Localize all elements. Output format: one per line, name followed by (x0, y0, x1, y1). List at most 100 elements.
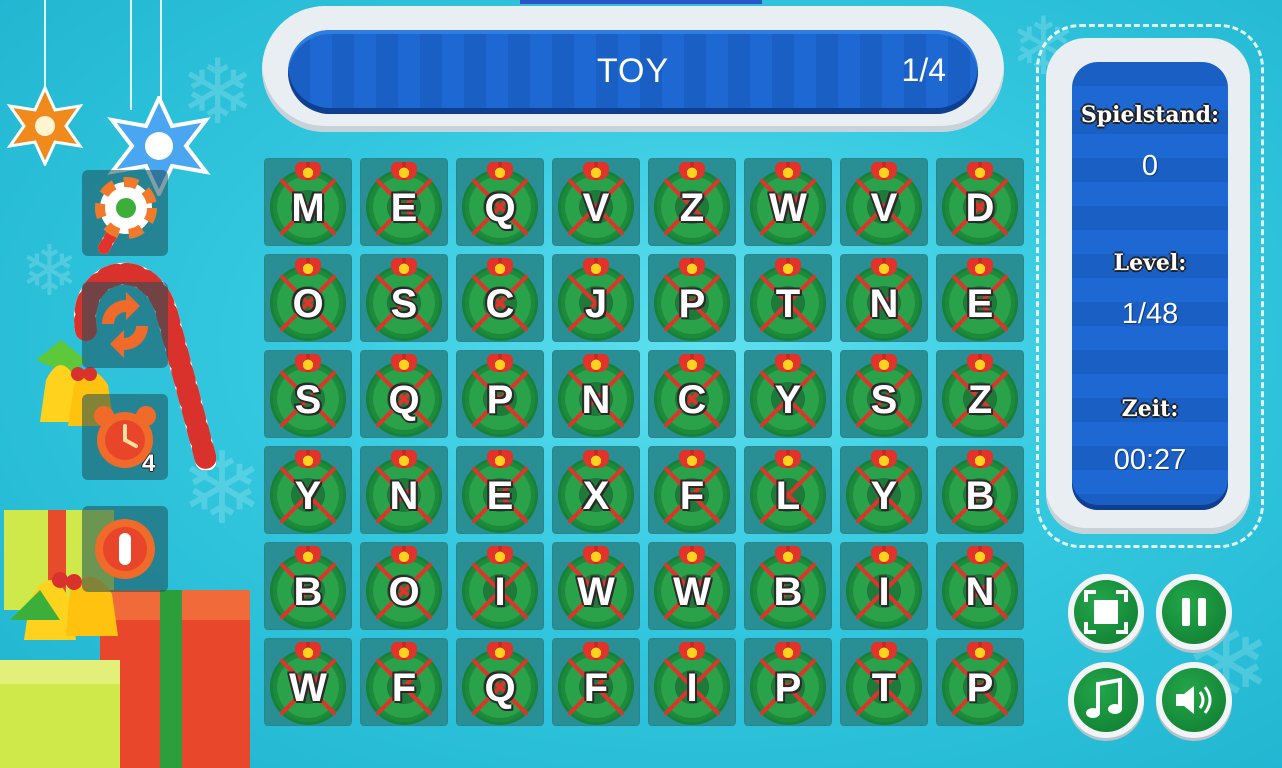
letter-tile[interactable]: N (360, 446, 448, 534)
bow-icon (391, 162, 417, 180)
bow-icon (295, 546, 321, 564)
tile-letter: B (965, 474, 995, 518)
letter-tile[interactable]: E (360, 158, 448, 246)
letter-tile[interactable]: N (552, 350, 640, 438)
bow-icon (487, 642, 513, 660)
letter-tile[interactable]: W (648, 542, 736, 630)
tile-letter: I (686, 666, 698, 710)
letter-tile[interactable]: S (264, 350, 352, 438)
tile-letter: Y (774, 378, 802, 422)
bow-icon (487, 354, 513, 372)
bow-icon (583, 258, 609, 276)
letter-tile[interactable]: O (360, 542, 448, 630)
letter-tile[interactable]: S (360, 254, 448, 342)
letter-tile[interactable]: Q (360, 350, 448, 438)
letter-tile[interactable]: Z (648, 158, 736, 246)
score-value: 0 (1141, 150, 1159, 182)
letter-tile[interactable]: Z (936, 350, 1024, 438)
sound-button[interactable] (1156, 662, 1232, 738)
bow-icon (775, 162, 801, 180)
letter-tile[interactable]: I (840, 542, 928, 630)
letter-tile[interactable]: V (552, 158, 640, 246)
letter-tile[interactable]: B (744, 542, 832, 630)
letter-tile[interactable]: I (456, 542, 544, 630)
letter-tile[interactable]: N (840, 254, 928, 342)
letter-tile[interactable]: P (936, 638, 1024, 726)
letter-tile[interactable]: Y (744, 350, 832, 438)
letter-tile[interactable]: B (936, 446, 1024, 534)
sound-icon (1176, 686, 1212, 714)
tile-letter: Q (484, 666, 516, 710)
letter-tile[interactable]: Q (456, 158, 544, 246)
letter-tile[interactable]: F (360, 638, 448, 726)
letter-tile[interactable]: F (648, 446, 736, 534)
letter-tile[interactable]: P (456, 350, 544, 438)
letter-tile[interactable]: D (936, 158, 1024, 246)
top-strip (520, 0, 762, 4)
letter-tile[interactable]: Y (840, 446, 928, 534)
tile-letter: S (870, 378, 898, 422)
tile-letter: V (870, 186, 898, 230)
pause-button[interactable] (1156, 574, 1232, 650)
letter-tile[interactable]: I (648, 638, 736, 726)
bow-icon (775, 258, 801, 276)
letter-tile[interactable]: Y (264, 446, 352, 534)
letter-tile[interactable]: V (840, 158, 928, 246)
music-icon (1086, 677, 1122, 718)
fullscreen-icon (1084, 590, 1128, 634)
tile-letter: E (390, 186, 418, 230)
letter-tile[interactable]: X (552, 446, 640, 534)
bow-icon (967, 450, 993, 468)
fullscreen-button[interactable] (1068, 574, 1144, 650)
letter-tile[interactable]: T (840, 638, 928, 726)
orange-star-ornament (6, 86, 84, 166)
tile-letter: W (769, 186, 807, 230)
letter-tile[interactable]: T (744, 254, 832, 342)
bow-icon (967, 354, 993, 372)
letter-tile[interactable]: W (744, 158, 832, 246)
letter-tile[interactable]: B (264, 542, 352, 630)
tile-letter: Z (679, 186, 705, 230)
ornament-string (130, 0, 132, 110)
letter-tile[interactable]: S (840, 350, 928, 438)
letter-tile[interactable]: F (552, 638, 640, 726)
letter-tile[interactable]: P (744, 638, 832, 726)
bow-icon (295, 162, 321, 180)
bow-icon (967, 546, 993, 564)
letter-tile[interactable]: O (264, 254, 352, 342)
tile-letter: P (486, 378, 514, 422)
stop-powerup-button[interactable] (82, 506, 168, 592)
bow-icon (295, 450, 321, 468)
tile-letter: W (577, 570, 615, 614)
letter-tile[interactable]: J (552, 254, 640, 342)
score-panel: Spielstand: 0 Level: 1/48 Zeit: 00:27 (1046, 38, 1250, 534)
candy-powerup-button[interactable] (82, 170, 168, 256)
tile-letter: O (292, 282, 324, 326)
bow-icon (679, 642, 705, 660)
bow-icon (871, 162, 897, 180)
tile-letter: B (773, 570, 803, 614)
letter-tile[interactable]: M (264, 158, 352, 246)
letter-tile[interactable]: W (264, 638, 352, 726)
bow-icon (583, 354, 609, 372)
letter-tile[interactable]: E (936, 254, 1024, 342)
letter-tile[interactable]: P (648, 254, 736, 342)
bow-icon (775, 354, 801, 372)
target-word-panel: TOY 1/4 (262, 6, 1004, 132)
letter-tile[interactable]: C (648, 350, 736, 438)
stop-icon (95, 519, 155, 579)
tile-letter: S (294, 378, 322, 422)
music-button[interactable] (1068, 662, 1144, 738)
bow-icon (679, 258, 705, 276)
time-label: Zeit: (1121, 396, 1179, 422)
shuffle-powerup-button[interactable] (82, 282, 168, 368)
letter-tile[interactable]: W (552, 542, 640, 630)
letter-tile[interactable]: E (456, 446, 544, 534)
bow-icon (679, 546, 705, 564)
tile-letter: P (966, 666, 994, 710)
letter-tile[interactable]: Q (456, 638, 544, 726)
letter-tile[interactable]: L (744, 446, 832, 534)
letter-tile[interactable]: N (936, 542, 1024, 630)
tile-letter: N (389, 474, 419, 518)
letter-tile[interactable]: C (456, 254, 544, 342)
